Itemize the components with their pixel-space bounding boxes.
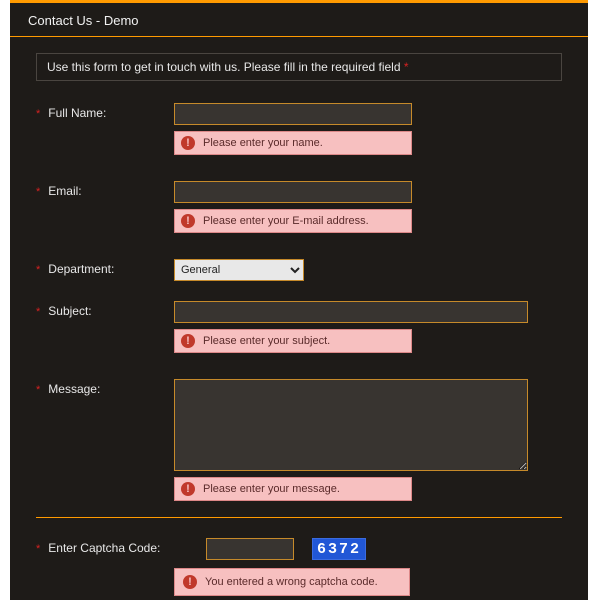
error-icon: !: [181, 136, 195, 150]
section-divider: [36, 517, 562, 518]
department-label: Department:: [48, 262, 114, 276]
intro-text: Use this form to get in touch with us. P…: [47, 60, 404, 74]
required-star-icon: *: [36, 544, 40, 555]
subject-error: ! Please enter your subject.: [174, 329, 412, 353]
captcha-code-image: 6372: [312, 538, 366, 560]
message-error: ! Please enter your message.: [174, 477, 412, 501]
required-star-icon: *: [36, 187, 40, 198]
required-marker: *: [404, 60, 409, 74]
subject-error-text: Please enter your subject.: [203, 335, 330, 347]
error-icon: !: [181, 214, 195, 228]
fullname-input[interactable]: [174, 103, 412, 125]
captcha-error-text: You entered a wrong captcha code.: [205, 576, 378, 588]
captcha-label: Enter Captcha Code:: [48, 541, 160, 555]
department-select[interactable]: General: [174, 259, 304, 281]
email-error: ! Please enter your E-mail address.: [174, 209, 412, 233]
error-icon: !: [183, 575, 197, 589]
row-message: * Message: ! Please enter your message.: [36, 379, 562, 501]
form-content: Use this form to get in touch with us. P…: [10, 37, 588, 596]
fullname-label: Full Name:: [48, 106, 106, 120]
error-icon: !: [181, 482, 195, 496]
error-icon: !: [181, 334, 195, 348]
row-email: * Email: ! Please enter your E-mail addr…: [36, 181, 562, 233]
row-subject: * Subject: ! Please enter your subject.: [36, 301, 562, 353]
row-department: * Department: General: [36, 259, 562, 281]
row-fullname: * Full Name: ! Please enter your name.: [36, 103, 562, 155]
contact-panel: Contact Us - Demo Use this form to get i…: [10, 0, 588, 600]
message-error-text: Please enter your message.: [203, 483, 340, 495]
fullname-error: ! Please enter your name.: [174, 131, 412, 155]
subject-input[interactable]: [174, 301, 528, 323]
required-star-icon: *: [36, 265, 40, 276]
email-label: Email:: [48, 184, 81, 198]
required-star-icon: *: [36, 109, 40, 120]
page-title: Contact Us - Demo: [10, 3, 588, 37]
email-input[interactable]: [174, 181, 412, 203]
email-error-text: Please enter your E-mail address.: [203, 215, 369, 227]
subject-label: Subject:: [48, 304, 91, 318]
row-captcha: * Enter Captcha Code: 6372: [36, 538, 562, 560]
captcha-input[interactable]: [206, 538, 294, 560]
message-textarea[interactable]: [174, 379, 528, 471]
label-col: * Full Name:: [36, 103, 174, 120]
intro-box: Use this form to get in touch with us. P…: [36, 53, 562, 81]
fullname-error-text: Please enter your name.: [203, 137, 323, 149]
required-star-icon: *: [36, 307, 40, 318]
message-label: Message:: [48, 382, 100, 396]
required-star-icon: *: [36, 385, 40, 396]
captcha-error: ! You entered a wrong captcha code.: [174, 568, 410, 596]
